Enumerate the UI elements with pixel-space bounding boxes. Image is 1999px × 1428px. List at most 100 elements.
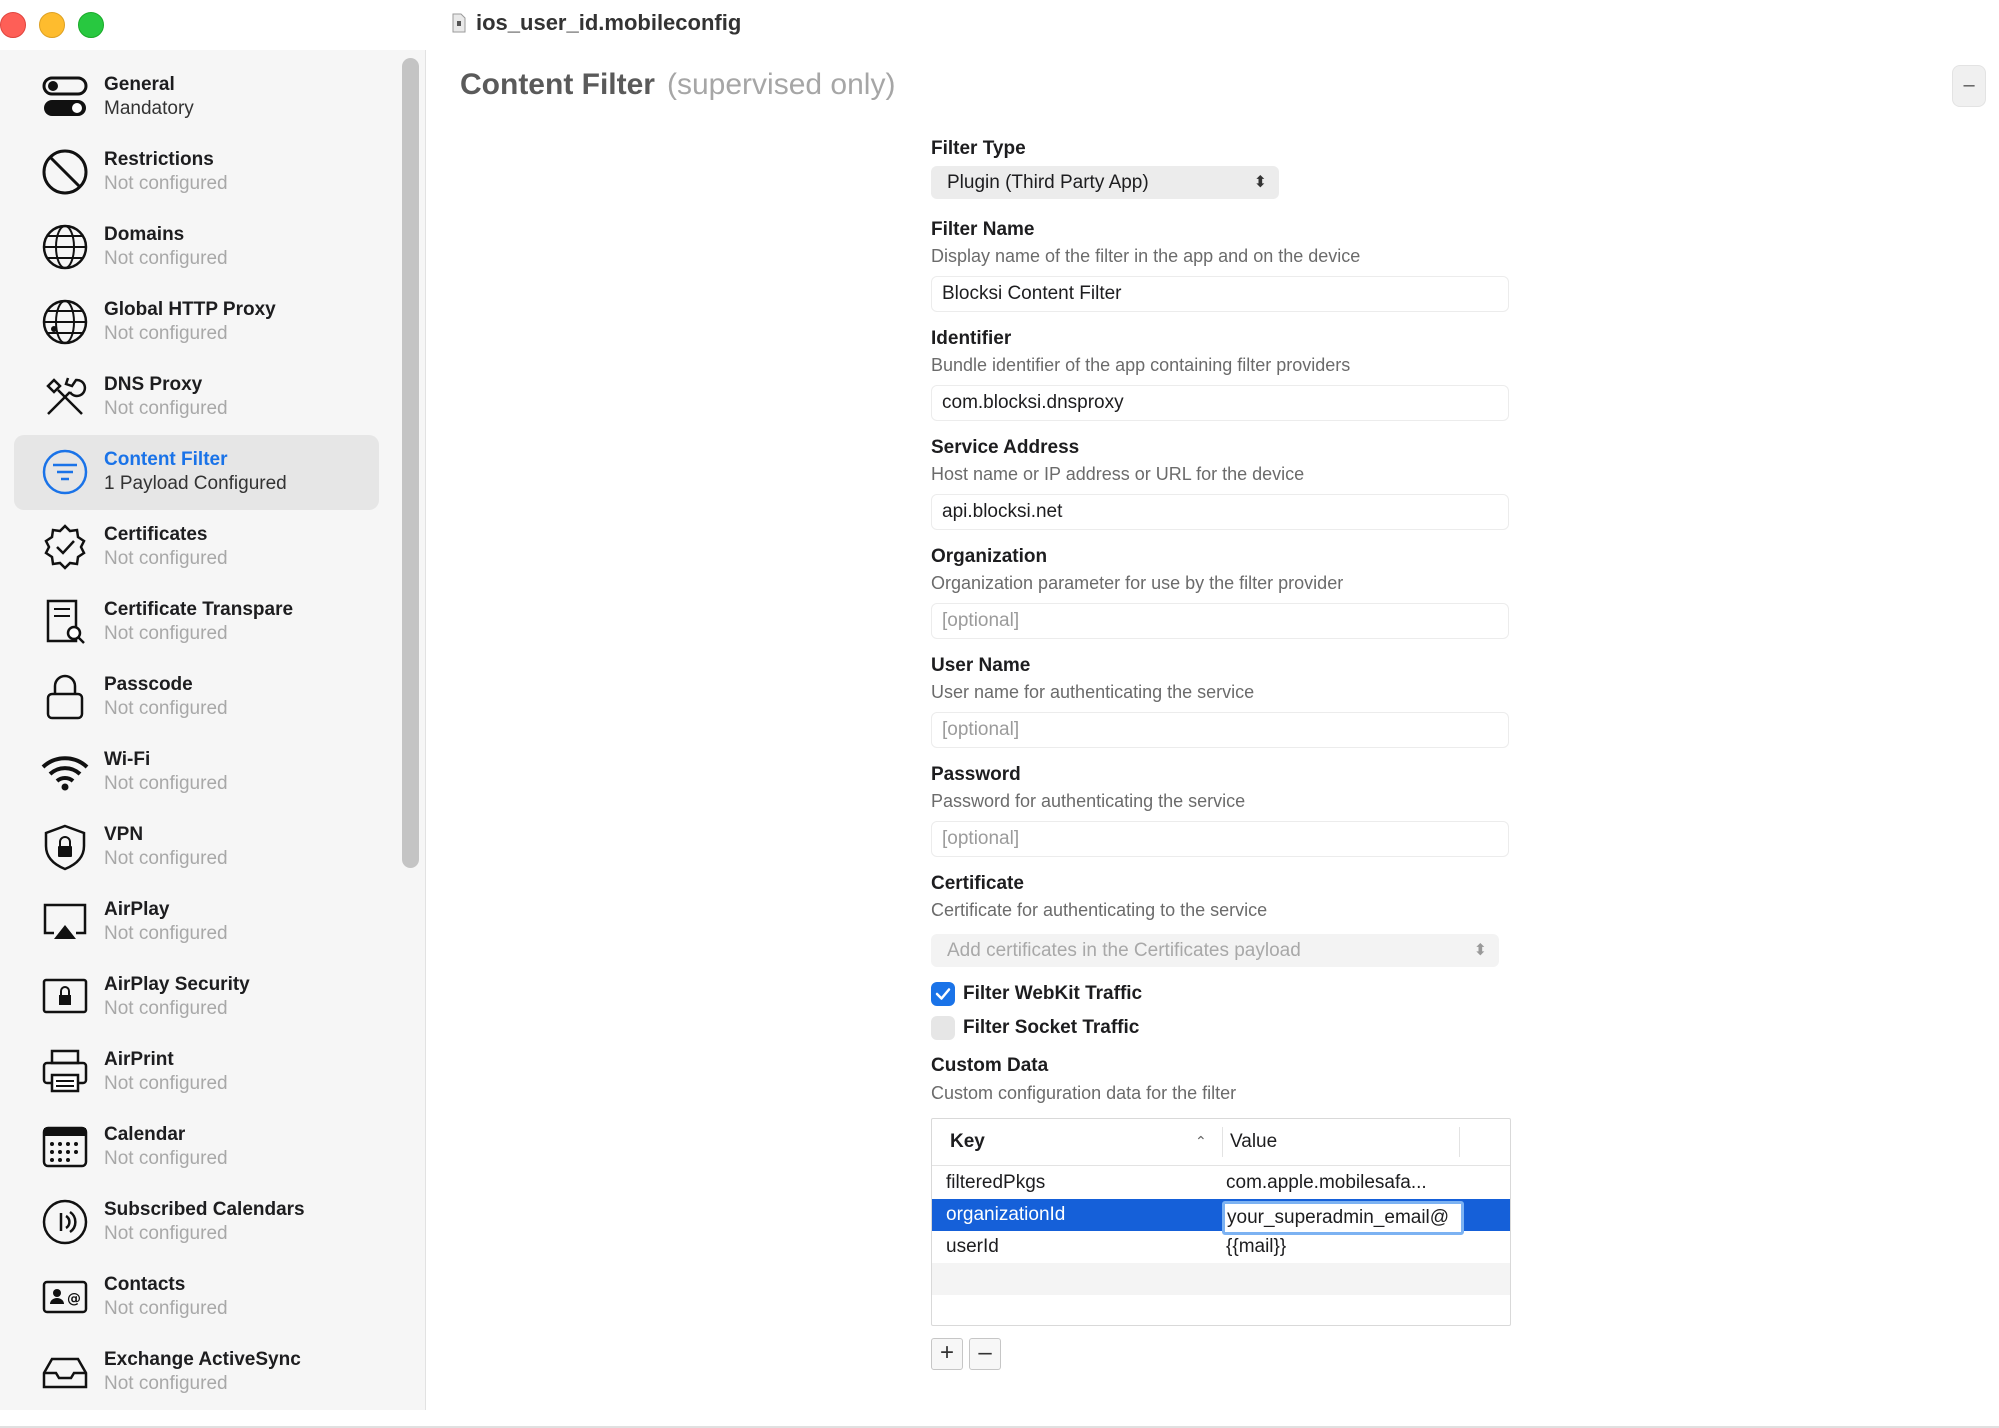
row-value: {{mail}} <box>1226 1236 1287 1257</box>
table-row[interactable]: userId {{mail}} <box>932 1231 1510 1263</box>
organization-description: Organization parameter for use by the fi… <box>931 573 1344 593</box>
sidebar-item-wifi[interactable]: Wi-Fi Not configured <box>14 735 379 810</box>
column-header-value[interactable]: Value <box>1230 1131 1277 1153</box>
table-row-selected[interactable]: organizationId your_superadmin_email@ <box>932 1199 1510 1235</box>
sidebar-item-status: Not configured <box>104 773 228 794</box>
sidebar-item-exchange-activesync[interactable]: Exchange ActiveSync Not configured <box>14 1335 379 1410</box>
sidebar-item-name: AirPlay <box>104 899 170 920</box>
updown-chevron-icon: ⬍ <box>1253 174 1267 191</box>
window-title: ios_user_id.mobileconfig <box>452 8 741 38</box>
sidebar-item-name: Certificates <box>104 524 208 545</box>
sidebar-item-restrictions[interactable]: Restrictions Not configured <box>14 135 379 210</box>
password-field[interactable]: [optional] <box>931 821 1509 857</box>
service-address-label: Service Address <box>931 437 1080 458</box>
sidebar-item-dns-proxy[interactable]: DNS Proxy Not configured <box>14 360 379 435</box>
sidebar-item-domains[interactable]: Domains Not configured <box>14 210 379 285</box>
sidebar-item-name: Calendar <box>104 1124 186 1145</box>
sidebar-item-passcode[interactable]: Passcode Not configured <box>14 660 379 735</box>
sidebar-item-name: Domains <box>104 224 185 245</box>
sidebar-item-status: Not configured <box>104 1223 228 1244</box>
sidebar-item-global-http-proxy[interactable]: Global HTTP Proxy Not configured <box>14 285 379 360</box>
wifi-icon <box>40 747 90 797</box>
sidebar-item-airplay[interactable]: AirPlay Not configured <box>14 885 379 960</box>
sidebar-item-airprint[interactable]: AirPrint Not configured <box>14 1035 379 1110</box>
sidebar-item-status: Not configured <box>104 1298 228 1319</box>
sidebar-item-content-filter[interactable]: Content Filter 1 Payload Configured <box>14 435 379 510</box>
close-window-button[interactable] <box>0 12 26 38</box>
user-name-description: User name for authenticating the service <box>931 682 1255 702</box>
column-divider[interactable] <box>1459 1127 1460 1157</box>
sidebar-item-status: Not configured <box>104 173 228 194</box>
filter-name-label: Filter Name <box>931 219 1035 240</box>
filter-webkit-checkbox[interactable] <box>931 982 955 1006</box>
sidebar-item-name: Certificate Transpare <box>104 599 294 620</box>
sidebar-item-name: Wi-Fi <box>104 749 151 770</box>
custom-data-label: Custom Data <box>931 1055 1049 1076</box>
sidebar-item-status: Not configured <box>104 698 228 719</box>
sidebar-item-status: Not configured <box>104 848 228 869</box>
filter-name-field[interactable]: Blocksi Content Filter <box>931 276 1509 312</box>
table-row[interactable]: filteredPkgs com.apple.mobilesafa... <box>932 1167 1510 1199</box>
sidebar-item-contacts[interactable]: @ Contacts Not configured <box>14 1260 379 1335</box>
checkmark-icon <box>935 988 951 1000</box>
sidebar-item-status: Not configured <box>104 623 228 644</box>
remove-row-button[interactable]: – <box>969 1338 1001 1370</box>
sidebar-item-name: Restrictions <box>104 149 214 170</box>
sidebar-item-vpn[interactable]: VPN Not configured <box>14 810 379 885</box>
zoom-window-button[interactable] <box>78 12 104 38</box>
organization-field[interactable]: [optional] <box>931 603 1509 639</box>
column-divider[interactable] <box>1222 1127 1223 1157</box>
svg-text:@: @ <box>67 1291 81 1307</box>
filter-webkit-label[interactable]: Filter WebKit Traffic <box>963 983 1142 1005</box>
sidebar-item-name: Contacts <box>104 1274 186 1295</box>
row-value-editor[interactable]: your_superadmin_email@ <box>1222 1201 1464 1235</box>
tools-icon <box>40 372 90 422</box>
sidebar-item-name: DNS Proxy <box>104 374 203 395</box>
globe-icon <box>40 222 90 272</box>
sidebar-scrollbar[interactable] <box>402 58 419 868</box>
document-icon <box>452 13 466 33</box>
sidebar-item-general[interactable]: General Mandatory <box>14 60 379 135</box>
certificate-label: Certificate <box>931 873 1024 894</box>
service-address-field[interactable]: api.blocksi.net <box>931 494 1509 530</box>
sidebar-item-airplay-security[interactable]: AirPlay Security Not configured <box>14 960 379 1035</box>
inbox-icon <box>40 1347 90 1397</box>
sidebar-item-status: Not configured <box>104 248 228 269</box>
broadcast-icon <box>40 1197 90 1247</box>
filter-type-label: Filter Type <box>931 138 1026 159</box>
filter-type-select[interactable]: Plugin (Third Party App) ⬍ <box>931 166 1279 199</box>
user-name-field[interactable]: [optional] <box>931 712 1509 748</box>
sidebar-item-certificates[interactable]: Certificates Not configured <box>14 510 379 585</box>
airplay-icon <box>40 897 90 947</box>
lock-icon <box>40 672 90 722</box>
collapse-payload-button[interactable]: – <box>1952 65 1986 107</box>
sidebar-item-certificate-transparency[interactable]: Certificate Transpare Not configured <box>14 585 379 660</box>
custom-data-description: Custom configuration data for the filter <box>931 1083 1237 1103</box>
sidebar-item-status: Not configured <box>104 548 228 569</box>
custom-data-table: Key ⌃ Value filteredPkgs com.apple.mobil… <box>931 1118 1511 1326</box>
sidebar-item-subscribed-calendars[interactable]: Subscribed Calendars Not configured <box>14 1185 379 1260</box>
sidebar-item-name: Content Filter <box>104 449 228 470</box>
column-header-key[interactable]: Key <box>950 1131 985 1153</box>
sidebar-item-status: Not configured <box>104 323 228 344</box>
sidebar-item-name: VPN <box>104 824 144 845</box>
title-bar: ios_user_id.mobileconfig <box>0 0 1999 44</box>
minimize-window-button[interactable] <box>39 12 65 38</box>
sidebar-item-status: Not configured <box>104 923 228 944</box>
updown-chevron-icon: ⬍ <box>1473 942 1487 959</box>
sidebar-item-status: Not configured <box>104 1148 228 1169</box>
user-name-label: User Name <box>931 655 1031 676</box>
filter-name-description: Display name of the filter in the app an… <box>931 246 1361 266</box>
certificate-description: Certificate for authenticating to the se… <box>931 900 1268 920</box>
filter-socket-label[interactable]: Filter Socket Traffic <box>963 1017 1139 1039</box>
add-row-button[interactable]: + <box>931 1338 963 1370</box>
certificate-select[interactable]: Add certificates in the Certificates pay… <box>931 934 1499 967</box>
sidebar-item-calendar[interactable]: Calendar Not configured <box>14 1110 379 1185</box>
certificate-select-value: Add certificates in the Certificates pay… <box>947 940 1301 961</box>
empty-table-row <box>932 1263 1510 1295</box>
identifier-field[interactable]: com.blocksi.dnsproxy <box>931 385 1509 421</box>
filter-socket-checkbox[interactable] <box>931 1016 955 1040</box>
sidebar-item-name: Global HTTP Proxy <box>104 299 276 320</box>
identifier-description: Bundle identifier of the app containing … <box>931 355 1351 375</box>
row-key: userId <box>946 1236 999 1257</box>
